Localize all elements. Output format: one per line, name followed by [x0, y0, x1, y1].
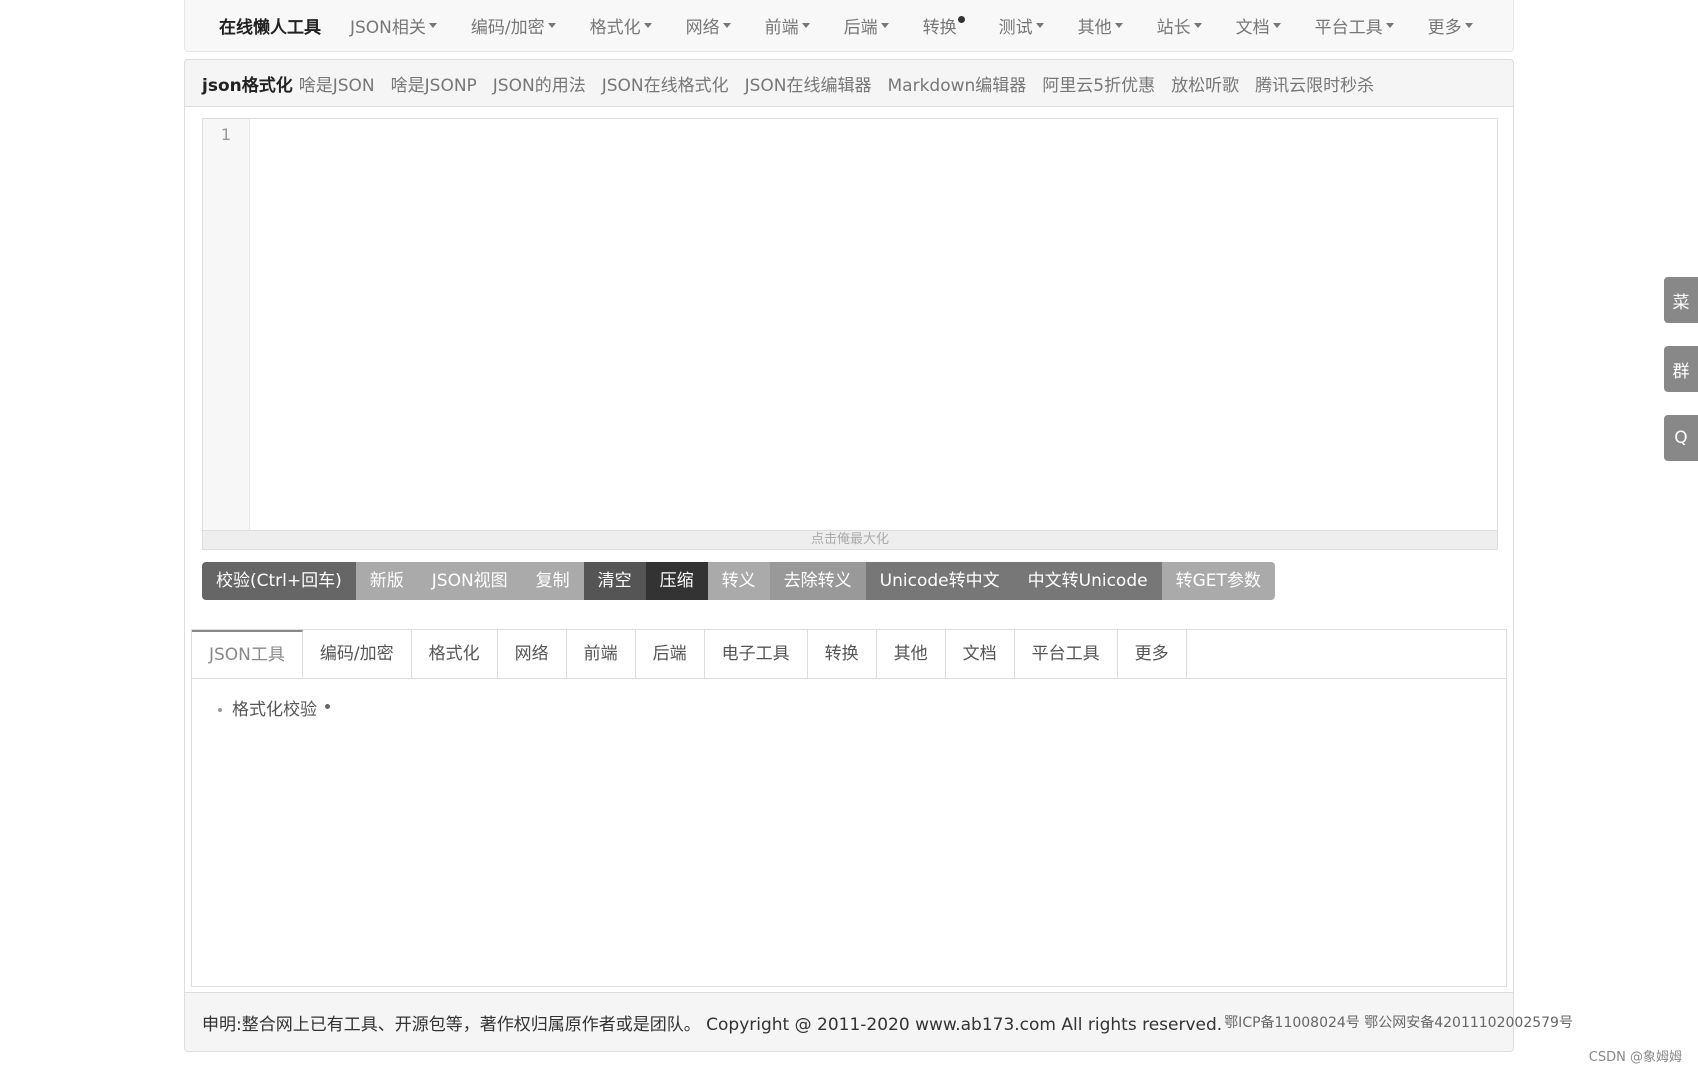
nav-item-label: 平台工具 [1314, 18, 1383, 38]
tab-content: 格式化校验 [192, 679, 1506, 736]
caret-down-icon [880, 23, 889, 28]
nav-item-label: 转换 [922, 18, 957, 38]
nav-item-6[interactable]: 转换 [923, 13, 965, 38]
nav-item-3[interactable]: 网络 [686, 13, 731, 38]
caret-down-icon [428, 23, 437, 28]
tab-6[interactable]: 电子工具 [705, 630, 808, 678]
caret-down-icon [722, 23, 731, 28]
action-button-3[interactable]: 复制 [521, 562, 584, 600]
nav-item-12[interactable]: 更多 [1428, 13, 1473, 38]
nav-item-label: 更多 [1427, 18, 1462, 38]
caret-down-icon [1114, 23, 1123, 28]
nav-item-7[interactable]: 测试 [999, 13, 1044, 38]
action-button-9[interactable]: 中文转Unicode [1013, 562, 1162, 600]
action-button-2[interactable]: JSON视图 [417, 562, 522, 600]
caret-down-icon [643, 23, 652, 28]
quick-links: 啥是JSON 啥是JSONP JSON的用法 JSON在线格式化 JSON在线编辑器 Ma… [299, 71, 1390, 96]
nav-item-4[interactable]: 前端 [765, 13, 810, 38]
caret-down-icon [1193, 23, 1202, 28]
nav-item-label: 站长 [1156, 18, 1191, 38]
new-dot-icon [957, 16, 965, 23]
action-button-4[interactable]: 清空 [583, 562, 646, 600]
caret-down-icon [1464, 23, 1473, 28]
tab-bar: JSON工具 编码/加密 格式化 网络 前端 后端 电子工具 转换 其他 文档 平台工具 更多 [192, 630, 1506, 679]
top-navbar: 在线懒人工具 JSON相关 编码/加密 格式化 网络 前端 后端 转换 测试 其他 站长 文档 平台工… [184, 0, 1514, 52]
nav-item-label: 网络 [685, 18, 720, 38]
bullet-icon [218, 708, 222, 712]
tab-1[interactable]: 编码/加密 [303, 630, 412, 678]
nav-item-1[interactable]: 编码/加密 [471, 13, 556, 38]
quick-link-7[interactable]: 放松听歌 [1171, 71, 1239, 96]
quick-link-3[interactable]: JSON在线格式化 [602, 71, 729, 96]
quick-link-6[interactable]: 阿里云5折优惠 [1042, 71, 1155, 96]
nav-item-11[interactable]: 平台工具 [1315, 13, 1394, 38]
tab-0[interactable]: JSON工具 [192, 630, 303, 678]
nav-item-5[interactable]: 后端 [844, 13, 889, 38]
action-button-group: 校验(Ctrl+回车) 新版 JSON视图 复制 清空 压缩 转义 去除转义 Unicode转中… [202, 562, 1275, 600]
quick-link-0[interactable]: 啥是JSON [299, 71, 375, 96]
tab-4[interactable]: 前端 [567, 630, 636, 678]
tab-7[interactable]: 转换 [808, 630, 877, 678]
page-title: json格式化 [202, 75, 293, 96]
action-button-0[interactable]: 校验(Ctrl+回车) [202, 562, 356, 600]
nav-item-label: 前端 [764, 18, 799, 38]
action-button-6[interactable]: 转义 [707, 562, 770, 600]
nav-item-8[interactable]: 其他 [1078, 13, 1123, 38]
side-qq-button[interactable]: Q [1664, 415, 1698, 461]
nav-item-label: 其他 [1077, 18, 1112, 38]
quick-link-1[interactable]: 啥是JSONP [391, 71, 477, 96]
caret-down-icon [1272, 23, 1281, 28]
tab-2[interactable]: 格式化 [412, 630, 498, 678]
tab-9[interactable]: 文档 [946, 630, 1015, 678]
line-number-gutter: 1 [203, 119, 250, 531]
action-button-10[interactable]: 转GET参数 [1161, 562, 1275, 600]
action-button-7[interactable]: 去除转义 [769, 562, 866, 600]
caret-down-icon [1385, 23, 1394, 28]
caret-down-icon [547, 23, 556, 28]
sub-links-bar: json格式化 啥是JSON 啥是JSONP JSON的用法 JSON在线格式化 JSO… [184, 59, 1514, 107]
action-button-5[interactable]: 压缩 [645, 562, 708, 600]
json-editor[interactable]: 1 点击俺最大化 [202, 118, 1498, 550]
nav-item-10[interactable]: 文档 [1236, 13, 1281, 38]
footer: 申明:整合网上已有工具、开源包等，著作权归属原作者或是团队。 Copyright… [184, 992, 1573, 1052]
tool-tab-panel: JSON工具 编码/加密 格式化 网络 前端 后端 电子工具 转换 其他 文档 平台工具 更多 格式化… [191, 629, 1507, 987]
nav-item-9[interactable]: 站长 [1157, 13, 1202, 38]
nav-item-label: 后端 [843, 18, 878, 38]
quick-link-5[interactable]: Markdown编辑器 [888, 71, 1027, 96]
nav-item-label: JSON相关 [350, 18, 426, 38]
watermark: CSDN @象姆姆 [1588, 1050, 1682, 1065]
caret-down-icon [801, 23, 810, 28]
nav-item-label: 文档 [1235, 18, 1270, 38]
quick-link-8[interactable]: 腾讯云限时秒杀 [1255, 71, 1374, 96]
tab-5[interactable]: 后端 [636, 630, 705, 678]
footer-copyright: 申明:整合网上已有工具、开源包等，著作权归属原作者或是团队。 Copyright… [202, 1014, 1223, 1035]
new-dot-icon [325, 704, 330, 709]
caret-down-icon [1035, 23, 1044, 28]
line-number: 1 [220, 125, 232, 144]
nav-item-label: 编码/加密 [470, 18, 545, 38]
tab-3[interactable]: 网络 [498, 630, 567, 678]
quick-link-4[interactable]: JSON在线编辑器 [745, 71, 872, 96]
nav-item-0[interactable]: JSON相关 [350, 13, 437, 38]
tab-11[interactable]: 更多 [1118, 630, 1187, 678]
nav-menu: JSON相关 编码/加密 格式化 网络 前端 后端 转换 测试 其他 站长 文档 平台工具 更多 [333, 13, 1490, 38]
tool-link-label: 格式化校验 [232, 700, 317, 720]
side-group-button[interactable]: 群 [1664, 346, 1698, 392]
brand-link[interactable]: 在线懒人工具 [219, 13, 321, 38]
quick-link-2[interactable]: JSON的用法 [493, 71, 586, 96]
nav-item-label: 测试 [998, 18, 1033, 38]
tab-10[interactable]: 平台工具 [1015, 630, 1118, 678]
nav-item-2[interactable]: 格式化 [590, 13, 652, 38]
tab-8[interactable]: 其他 [877, 630, 946, 678]
nav-item-label: 格式化 [589, 18, 641, 38]
maximize-bar[interactable]: 点击俺最大化 [203, 530, 1497, 549]
action-button-8[interactable]: Unicode转中文 [865, 562, 1014, 600]
footer-icp[interactable]: 鄂ICP备11008024号 鄂公网安备42011102002579号 [1224, 1012, 1573, 1032]
action-button-1[interactable]: 新版 [355, 562, 418, 600]
tool-list-item[interactable]: 格式化校验 [218, 695, 1480, 720]
side-menu-button[interactable]: 菜 [1664, 277, 1698, 323]
